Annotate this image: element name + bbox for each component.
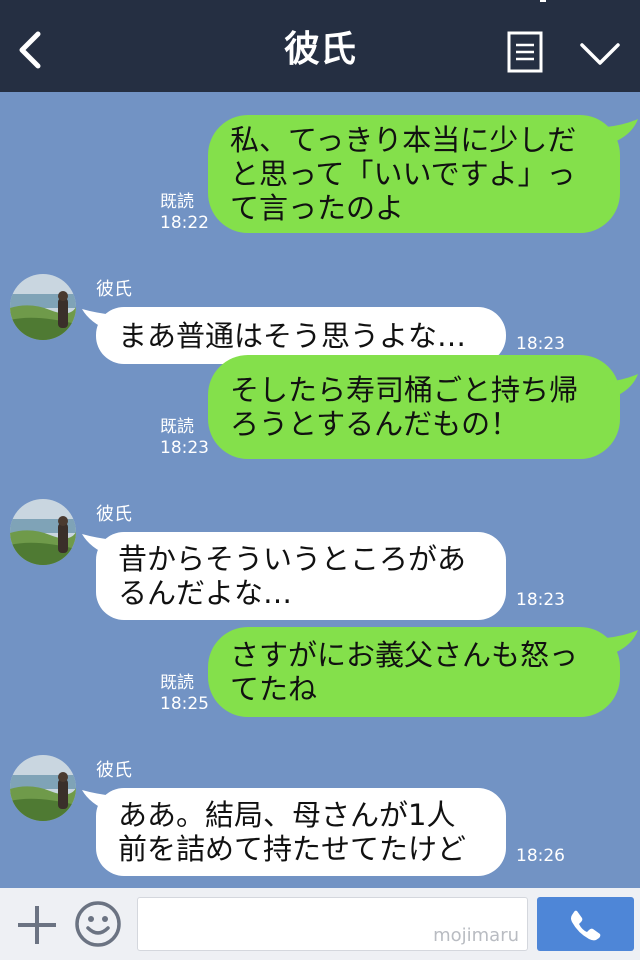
message-time: 18:22 [160, 213, 209, 233]
message-line: 前を詰めて持たせてたけど [118, 832, 467, 866]
avatar[interactable] [10, 274, 76, 340]
avatar-image [10, 499, 76, 565]
message-line: ああ。結局、母さんが1人 [118, 798, 456, 832]
message-text: まあ普通はそう思うよな… [118, 318, 467, 353]
plus-icon[interactable] [16, 904, 58, 946]
message-line: ろうとするんだもの！ [230, 407, 520, 441]
read-receipt: 既読 [160, 673, 194, 693]
message-time: 18:25 [160, 694, 209, 714]
message-line: てたね [230, 672, 318, 706]
avatar[interactable] [10, 755, 76, 821]
message-time: 18:23 [516, 590, 565, 610]
notes-icon[interactable] [507, 31, 543, 73]
message-text: ああ。結局、母さんが1人 前を詰めて持たせてたけど [118, 798, 466, 866]
message-text: そしたら寿司桶ごと持ち帰 ろうとするんだもの！ [230, 373, 578, 441]
message-line: て言ったのよ [230, 191, 405, 225]
message-time: 18:26 [516, 846, 565, 866]
sender-name: 彼氏 [96, 760, 132, 781]
message-text: 私、てっきり本当に少しだ と思って「いいですよ」っ て言ったのよ [230, 123, 576, 225]
message-meta: 既読 18:25 [160, 673, 209, 715]
phone-icon [571, 910, 601, 941]
chevron-down-icon[interactable] [579, 38, 621, 68]
message-input[interactable]: mojimaru [137, 897, 528, 951]
smiley-icon[interactable] [74, 900, 122, 948]
message-text: さすがにお義父さんも怒っ てたね [230, 638, 578, 706]
message-line: 昔からそういうところがあ [118, 542, 467, 576]
their-message-bubble[interactable]: ああ。結局、母さんが1人 前を詰めて持たせてたけど [96, 788, 506, 876]
message-line: るんだよな… [118, 576, 293, 610]
sender-name: 彼氏 [96, 504, 132, 525]
sender-name: 彼氏 [96, 279, 132, 300]
their-message-bubble[interactable]: 昔からそういうところがあ るんだよな… [96, 532, 506, 620]
read-receipt: 既読 [160, 192, 194, 212]
message-line: そしたら寿司桶ごと持ち帰 [230, 373, 579, 407]
message-line: さすがにお義父さんも怒っ [230, 638, 579, 672]
my-message-bubble[interactable]: そしたら寿司桶ごと持ち帰 ろうとするんだもの！ [208, 355, 620, 459]
message-text: 昔からそういうところがあ るんだよな… [118, 542, 466, 610]
message-time: 18:23 [160, 438, 209, 458]
message-meta: 既読 18:23 [160, 417, 209, 459]
read-receipt: 既読 [160, 417, 194, 437]
message-line: 私、てっきり本当に少しだ [230, 123, 577, 157]
avatar-image [10, 755, 76, 821]
message-time: 18:23 [516, 334, 565, 354]
message-meta: 既読 18:22 [160, 192, 209, 234]
my-message-bubble[interactable]: さすがにお義父さんも怒っ てたね [208, 627, 620, 717]
bubble-tail [606, 119, 638, 143]
watermark: mojimaru [433, 925, 519, 946]
message-line: と思って「いいですよ」っ [230, 157, 576, 191]
call-button[interactable] [537, 897, 634, 951]
avatar[interactable] [10, 499, 76, 565]
bubble-tail [606, 374, 638, 398]
chat-title: 彼氏 [283, 29, 356, 70]
avatar-image [10, 274, 76, 340]
chat-area[interactable]: 既読 18:22 私、てっきり本当に少しだ と思って「いいですよ」っ て言ったの… [0, 92, 640, 888]
header-bar: 彼氏 [0, 0, 640, 92]
my-message-bubble[interactable]: 私、てっきり本当に少しだ と思って「いいですよ」っ て言ったのよ [208, 115, 620, 233]
bubble-tail [606, 630, 638, 654]
